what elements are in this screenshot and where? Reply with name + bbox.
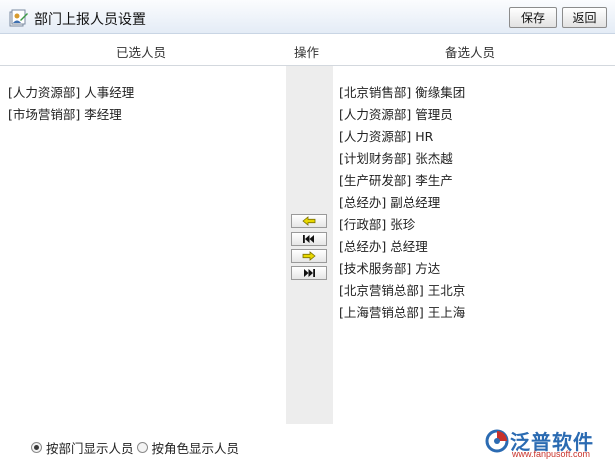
radio-by-role-label[interactable]: 按角色显示人员 [152,438,240,457]
list-item[interactable]: [上海营销总部] 王上海 [339,304,465,326]
logo-url: www.fanpusoft.com [512,449,591,459]
back-button[interactable]: 返回 [562,7,607,28]
list-item[interactable]: [北京销售部] 衡缘集团 [339,84,465,106]
list-item[interactable]: [生产研发部] 李生产 [339,172,465,194]
available-list: [北京销售部] 衡缘集团 [人力资源部] 管理员 [人力资源部] HR [计划财… [339,84,465,326]
page-title: 部门上报人员设置 [34,12,146,28]
display-mode-radio-group: 按部门显示人员 按角色显示人员 [31,438,239,457]
list-item[interactable]: [行政部] 张珍 [339,216,465,238]
radio-by-role[interactable] [136,442,148,453]
radio-by-department-label[interactable]: 按部门显示人员 [46,438,134,457]
selected-list: [人力资源部] 人事经理 [市场营销部] 李经理 [8,84,134,128]
double-arrow-left-icon [303,235,314,243]
move-left-button[interactable] [291,214,327,228]
selected-header: 已选人员 [116,45,167,60]
move-all-right-button[interactable] [291,266,327,280]
list-item[interactable]: [北京营销总部] 王北京 [339,282,465,304]
list-item[interactable]: [总经办] 总经理 [339,238,465,260]
operation-header: 操作 [294,45,320,60]
logo-icon [485,429,509,453]
settings-icon [9,9,28,27]
double-arrow-right-icon [304,269,315,277]
list-item[interactable]: [人力资源部] HR [339,128,465,150]
list-item[interactable]: [市场营销部] 李经理 [8,106,134,128]
list-item[interactable]: [人力资源部] 管理员 [339,106,465,128]
available-header: 备选人员 [445,45,496,60]
radio-by-department[interactable] [31,442,42,453]
brand-logo: 泛普软件 www.fanpusoft.com [484,426,609,462]
arrow-right-icon [302,251,316,261]
display-mode-bar: 按部门显示人员 按角色显示人员 泛普软件 www.fanpusoft.com [0,424,615,466]
list-item[interactable]: [计划财务部] 张杰越 [339,150,465,172]
move-right-button[interactable] [291,249,327,263]
list-item[interactable]: [总经办] 副总经理 [339,194,465,216]
column-headers: 已选人员 操作 备选人员 [0,34,615,66]
arrow-left-icon [302,216,316,226]
list-item[interactable]: [人力资源部] 人事经理 [8,84,134,106]
save-button[interactable]: 保存 [509,7,557,28]
move-all-left-button[interactable] [291,232,327,246]
list-item[interactable]: [技术服务部] 方达 [339,260,465,282]
title-bar: 部门上报人员设置 保存 返回 [0,0,615,34]
